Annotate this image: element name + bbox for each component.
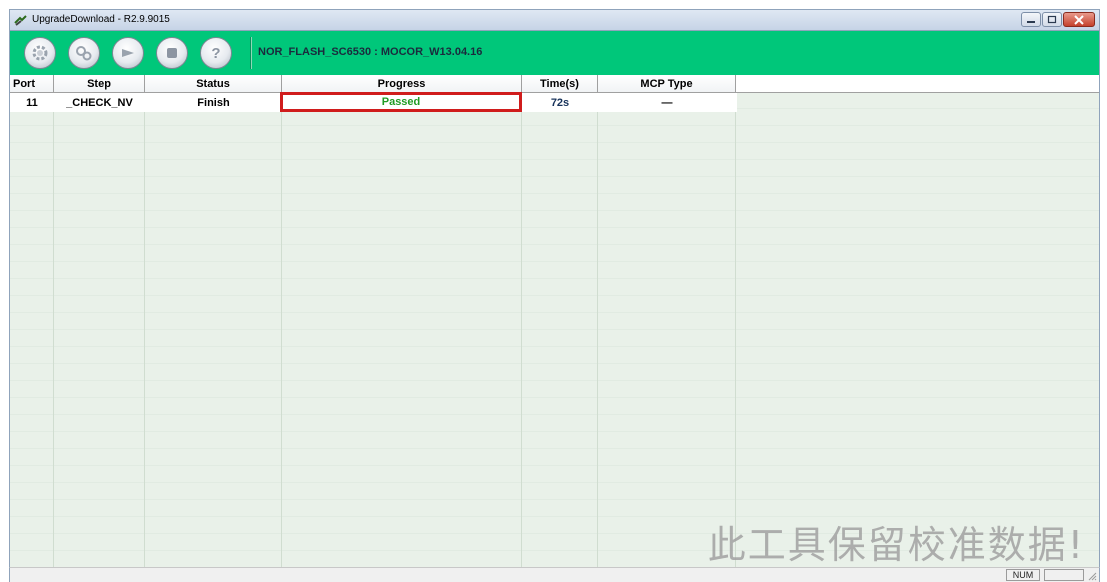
- stop-button[interactable]: [156, 37, 188, 69]
- column-header-status[interactable]: Status: [145, 75, 282, 92]
- table-header: Port Step Status Progress Time(s) MCP Ty…: [10, 75, 1099, 93]
- start-button[interactable]: [112, 37, 144, 69]
- num-lock-indicator: NUM: [1006, 569, 1040, 581]
- column-header-progress[interactable]: Progress: [282, 75, 522, 92]
- restore-icon: [1047, 15, 1057, 24]
- cell-progress: Passed: [280, 92, 522, 112]
- status-pane: [1044, 569, 1084, 581]
- watermark-text: 此工具保留校准数据!: [707, 523, 1085, 567]
- help-button[interactable]: ?: [200, 37, 232, 69]
- stop-icon: [167, 48, 177, 58]
- gears-button[interactable]: [68, 37, 100, 69]
- firmware-label: NOR_FLASH_SC6530 : MOCOR_W13.04.16: [258, 46, 483, 58]
- minimize-icon: [1027, 20, 1035, 23]
- app-icon: [14, 14, 27, 27]
- cell-port: 11: [26, 96, 38, 109]
- window-title: UpgradeDownload - R2.9.9015: [32, 14, 170, 25]
- column-header-time[interactable]: Time(s): [522, 75, 598, 92]
- maximize-button[interactable]: [1042, 12, 1062, 27]
- minimize-button[interactable]: [1021, 12, 1041, 27]
- column-header-mcp-type[interactable]: MCP Type: [598, 75, 736, 92]
- status-bar: NUM: [9, 567, 1100, 582]
- resize-grip-icon[interactable]: [1087, 571, 1097, 581]
- cell-step: _CHECK_NV: [66, 96, 133, 109]
- gears-icon: [76, 46, 92, 61]
- settings-gear-icon: [32, 45, 48, 61]
- cell-status: Finish: [197, 96, 230, 109]
- svg-text:?: ?: [211, 45, 220, 62]
- close-button[interactable]: [1063, 12, 1095, 27]
- close-icon: [1074, 14, 1084, 25]
- play-icon: [122, 49, 134, 57]
- title-bar: UpgradeDownload - R2.9.9015: [9, 9, 1100, 31]
- cell-time: 72s: [550, 96, 570, 109]
- table-row[interactable]: 11 _CHECK_NV Finish Passed 72s —: [10, 92, 737, 112]
- device-list: Port Step Status Progress Time(s) MCP Ty…: [9, 75, 1100, 567]
- window-controls: [1021, 12, 1095, 28]
- column-header-step[interactable]: Step: [54, 75, 145, 92]
- settings-button[interactable]: [24, 37, 56, 69]
- cell-mcp-type: —: [661, 96, 673, 109]
- column-header-port[interactable]: Port: [10, 75, 54, 92]
- toolbar: ? NOR_FLASH_SC6530 : MOCOR_W13.04.16: [9, 31, 1100, 75]
- toolbar-separator: [250, 37, 252, 69]
- help-icon: ?: [211, 45, 220, 62]
